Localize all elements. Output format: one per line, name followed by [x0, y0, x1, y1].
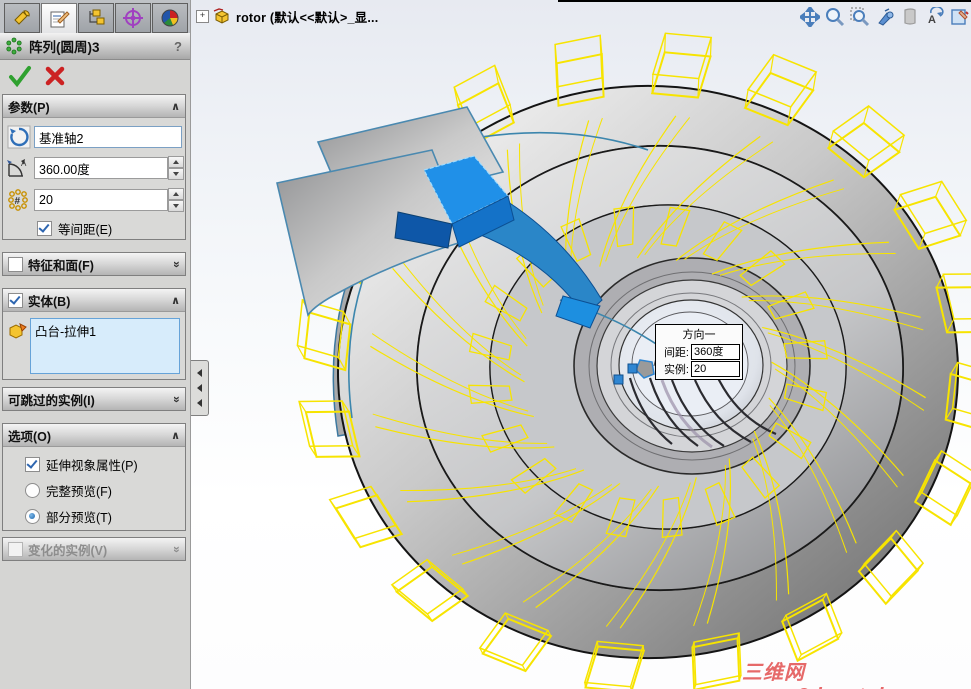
circular-pattern-icon	[6, 37, 22, 55]
zoom-area-icon[interactable]	[848, 5, 871, 29]
angle-input[interactable]: 360.00度	[34, 157, 168, 179]
tab-configurationmanager[interactable]	[78, 3, 114, 33]
full-preview-label: 完整预览(F)	[46, 485, 112, 499]
features-faces-header[interactable]: 特征和面(F) »	[3, 253, 185, 275]
instances-label: 实例:	[663, 364, 689, 376]
solidworks-window: + rotor (默认<<默认>_显... A 方向一 间距: 360度 实例:…	[0, 0, 971, 689]
panel-collapse-handle[interactable]	[191, 360, 209, 416]
section-parameters: 参数(P) ∧ 基准轴2 A 360.00度 # 20 等间距(E)	[2, 94, 186, 240]
partial-preview-label: 部分预览(T)	[46, 511, 112, 525]
expand-chevron-icon[interactable]: »	[170, 396, 184, 402]
equal-spacing-label: 等间距(E)	[58, 223, 113, 237]
bodies-label: 实体(B)	[28, 294, 71, 309]
body-item[interactable]: 凸台-拉伸1	[35, 325, 96, 339]
varied-instances-checkbox	[8, 541, 23, 557]
skipped-instances-header[interactable]: 可跳过的实例(I) »	[3, 388, 185, 410]
options-label: 选项(O)	[8, 429, 52, 444]
expand-chevron-icon: »	[170, 546, 185, 552]
part-icon	[213, 8, 229, 24]
section-bodies: 实体(B) ∧ 凸台-拉伸1	[2, 288, 186, 380]
feature-title: 阵列(圆周)3	[29, 40, 100, 55]
confirm-row	[0, 60, 190, 92]
propagate-visual-checkbox[interactable]	[25, 457, 40, 472]
spacing-label: 间距:	[663, 347, 689, 359]
pan-icon[interactable]	[798, 5, 821, 29]
partial-preview-radio[interactable]	[25, 509, 40, 524]
svg-text:A: A	[21, 159, 27, 168]
section-skipped-instances: 可跳过的实例(I) »	[2, 387, 186, 411]
full-preview-radio[interactable]	[25, 483, 40, 498]
window-top-border	[558, 0, 971, 2]
watermark-text: 三维网www.3dportal.cn	[742, 662, 915, 689]
parameters-header[interactable]: 参数(P) ∧	[3, 95, 185, 118]
svg-text:A: A	[928, 14, 936, 26]
equal-spacing-checkbox[interactable]	[37, 221, 52, 236]
graphics-viewport[interactable]	[190, 0, 971, 689]
axis-input[interactable]: 基准轴2	[34, 126, 182, 148]
varied-instances-header[interactable]: 变化的实例(V) »	[3, 538, 185, 560]
parameters-label: 参数(P)	[8, 100, 50, 115]
help-button[interactable]: ?	[174, 39, 182, 54]
heads-up-toolbar: A ▾	[798, 4, 971, 30]
tree-expand-icon[interactable]: +	[196, 9, 209, 23]
tab-displaymanager[interactable]	[152, 3, 188, 33]
ok-button[interactable]	[8, 65, 32, 87]
section-varied-instances: 变化的实例(V) »	[2, 537, 186, 561]
features-faces-checkbox[interactable]	[8, 256, 23, 272]
view-orientation-icon[interactable]	[873, 5, 896, 29]
count-spinner[interactable]	[168, 188, 184, 212]
tab-dimxpertmanager[interactable]	[115, 3, 151, 33]
varied-instances-label: 变化的实例(V)	[28, 543, 108, 558]
display-style-icon[interactable]	[948, 5, 971, 29]
instances-value[interactable]: 20	[691, 361, 740, 377]
spacing-value[interactable]: 360度	[691, 344, 740, 360]
tab-featuremanager-tree[interactable]	[4, 3, 40, 33]
features-faces-label: 特征和面(F)	[28, 258, 94, 273]
bodies-selection-list[interactable]: 凸台-拉伸1	[30, 318, 180, 374]
callout-title: 方向一	[682, 329, 716, 341]
section-view-icon[interactable]	[898, 5, 921, 29]
rotate-view-icon[interactable]: A	[923, 5, 946, 29]
pattern-callout[interactable]: 方向一 间距: 360度 实例: 20	[655, 324, 743, 380]
skipped-instances-label: 可跳过的实例(I)	[8, 393, 95, 408]
expand-chevron-icon[interactable]: »	[170, 261, 184, 267]
options-header[interactable]: 选项(O) ∧	[3, 424, 185, 447]
manager-tabs	[0, 0, 190, 35]
bodies-header[interactable]: 实体(B) ∧	[3, 289, 185, 312]
flyout-featuremanager-item[interactable]: + rotor (默认<<默认>_显...	[196, 5, 378, 27]
propagate-visual-label: 延伸视象属性(P)	[46, 459, 138, 473]
collapse-chevron-icon[interactable]: ∧	[171, 100, 180, 113]
svg-text:#: #	[15, 196, 21, 207]
angle-spinner[interactable]	[168, 156, 184, 180]
property-manager-panel: 阵列(圆周)3 ? 参数(P) ∧ 基准轴2 A 360.00度 # 20 等间…	[0, 0, 191, 689]
cancel-button[interactable]	[44, 65, 66, 87]
instance-count-icon: #	[8, 189, 28, 211]
bodies-checkbox[interactable]	[8, 292, 23, 308]
collapse-chevron-icon[interactable]: ∧	[171, 294, 180, 307]
count-input[interactable]: 20	[34, 189, 168, 211]
collapse-chevron-icon[interactable]: ∧	[171, 429, 180, 442]
zoom-fit-icon[interactable]	[823, 5, 846, 29]
tab-propertymanager[interactable]	[41, 3, 77, 35]
pattern-axis-icon	[7, 125, 31, 149]
feature-title-bar: 阵列(圆周)3 ?	[0, 33, 190, 60]
tree-item-label[interactable]: rotor (默认<<默认>_显...	[236, 7, 378, 26]
angle-icon: A	[7, 159, 27, 177]
solid-body-icon	[9, 323, 27, 339]
section-options: 选项(O) ∧ 延伸视象属性(P) 完整预览(F) 部分预览(T)	[2, 423, 186, 531]
section-features-faces: 特征和面(F) »	[2, 252, 186, 276]
